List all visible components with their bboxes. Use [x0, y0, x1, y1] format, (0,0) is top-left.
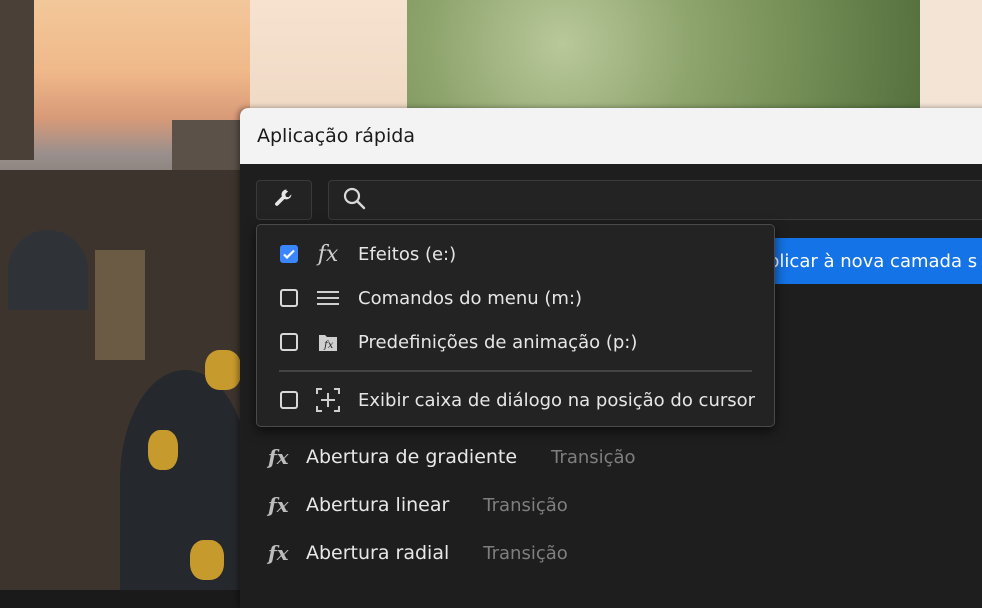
- background-tree-photo: [407, 0, 922, 110]
- dropdown-item-label: Efeitos (e:): [358, 243, 457, 265]
- result-category: Transição: [483, 494, 568, 516]
- background-city-photo: [0, 0, 250, 590]
- checkbox-cursor-position[interactable]: [280, 391, 298, 409]
- result-category: Transição: [551, 446, 636, 468]
- checkbox-animation-presets[interactable]: [280, 333, 298, 351]
- result-row[interactable]: fx Abertura linear Transição: [268, 481, 982, 529]
- fx-icon: fx: [268, 493, 289, 517]
- dropdown-item-label: Exibir caixa de diálogo na posição do cu…: [358, 389, 756, 411]
- checkmark-icon: [283, 249, 295, 260]
- dropdown-item-menu-commands[interactable]: Comandos do menu (m:): [280, 283, 582, 313]
- settings-button[interactable]: [256, 180, 312, 220]
- result-name: Abertura de gradiente: [306, 446, 518, 468]
- results-list: fx Abertura de gradiente Transição fx Ab…: [268, 433, 982, 577]
- result-name: Abertura linear: [306, 494, 450, 516]
- fx-icon: fx: [268, 445, 289, 469]
- result-row[interactable]: fx Abertura de gradiente Transição: [268, 433, 982, 481]
- checkbox-menu-commands[interactable]: [280, 289, 298, 307]
- fx-icon: fx: [268, 541, 289, 565]
- background-wall: [250, 0, 410, 110]
- dialog-title: Aplicação rápida: [257, 125, 415, 147]
- checkbox-effects[interactable]: [280, 245, 298, 263]
- background-wall-right: [920, 0, 982, 110]
- dropdown-item-label: Predefinições de animação (p:): [358, 331, 638, 353]
- dropdown-item-label: Comandos do menu (m:): [358, 287, 583, 309]
- search-icon: [341, 185, 367, 215]
- search-scope-dropdown: fx Efeitos (e:) Comandos do menu (m:) fx…: [256, 224, 775, 427]
- result-category: Transição: [483, 542, 568, 564]
- fx-icon: fx: [317, 241, 339, 267]
- dropdown-separator: [279, 370, 752, 372]
- dropdown-item-animation-presets[interactable]: fx Predefinições de animação (p:): [280, 327, 637, 357]
- menu-lines-icon: [314, 285, 342, 311]
- result-name: Abertura radial: [306, 542, 450, 564]
- search-input[interactable]: [375, 189, 879, 211]
- dialog-titlebar[interactable]: Aplicação rápida: [240, 108, 982, 164]
- animation-preset-icon: fx: [314, 329, 342, 355]
- svg-text:fx: fx: [323, 340, 334, 351]
- result-row[interactable]: fx Abertura radial Transição: [268, 529, 982, 577]
- dialog-toolbar: [256, 180, 982, 220]
- dropdown-item-effects[interactable]: fx Efeitos (e:): [280, 239, 456, 269]
- dropdown-item-cursor-position[interactable]: Exibir caixa de diálogo na posição do cu…: [280, 385, 755, 415]
- highlighted-result-label: plicar à nova camada s: [768, 250, 978, 272]
- search-field[interactable]: [328, 180, 982, 220]
- cursor-position-icon: [314, 387, 342, 413]
- highlighted-result-row[interactable]: plicar à nova camada s: [760, 238, 982, 284]
- wrench-icon: [272, 186, 296, 214]
